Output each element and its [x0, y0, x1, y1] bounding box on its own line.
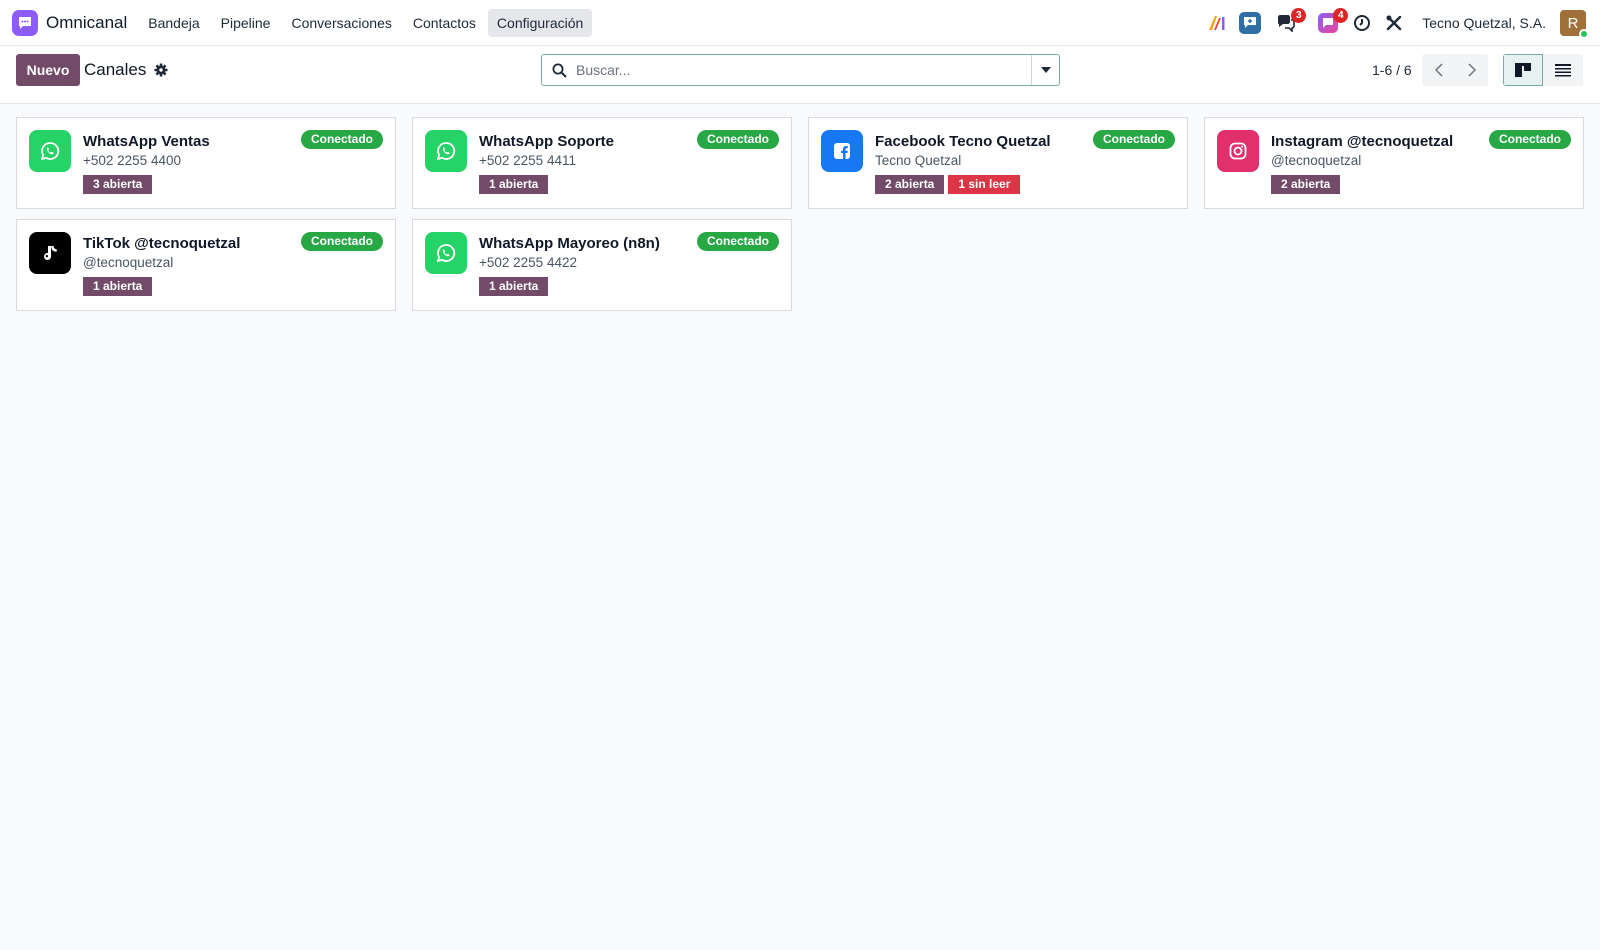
pager-buttons: [1422, 54, 1488, 86]
messages-icon[interactable]: 3: [1274, 8, 1307, 35]
channel-card[interactable]: Instagram @tecnoquetzal @tecnoquetzal 2 …: [1204, 117, 1584, 209]
channel-card[interactable]: TikTok @tecnoquetzal @tecnoquetzal 1 abi…: [16, 219, 396, 311]
channel-subtitle: +502 2255 4411: [479, 153, 576, 168]
caret-down-icon: [1040, 67, 1051, 73]
view-switcher: [1503, 54, 1584, 86]
channel-tags: 1 abierta: [479, 175, 552, 194]
channel-name: TikTok @tecnoquetzal: [83, 235, 241, 252]
menu-pipeline[interactable]: Pipeline: [212, 9, 280, 37]
whatsapp-icon: [425, 232, 467, 274]
kanban-view-button[interactable]: [1503, 54, 1543, 86]
chevron-right-icon: [1467, 63, 1476, 77]
gear-icon[interactable]: [154, 63, 168, 77]
search-options-toggle[interactable]: [1031, 55, 1059, 85]
channel-name: WhatsApp Mayoreo (n8n): [479, 235, 660, 252]
chevron-left-icon: [1434, 63, 1443, 77]
open-count-badge: 2 abierta: [1271, 175, 1341, 194]
app-name: Omnicanal: [46, 12, 128, 32]
channel-tags: 2 abierta 1 sin leer: [875, 175, 1024, 194]
status-badge: Conectado: [696, 130, 779, 149]
channel-tags: 1 abierta: [479, 277, 552, 296]
facebook-icon: [821, 130, 863, 172]
status-badge: Conectado: [1092, 130, 1175, 149]
channel-subtitle: Tecno Quetzal: [875, 153, 962, 168]
channel-card[interactable]: WhatsApp Soporte +502 2255 4411 1 abiert…: [412, 117, 792, 209]
status-badge: Conectado: [300, 130, 383, 149]
channel-subtitle: +502 2255 4400: [83, 153, 181, 168]
pager-previous-button[interactable]: [1422, 54, 1455, 86]
ai-icon[interactable]: [1206, 11, 1230, 35]
channel-subtitle: @tecnoquetzal: [1271, 153, 1362, 168]
channel-name: Facebook Tecno Quetzal: [875, 133, 1051, 150]
kanban-icon: [1515, 63, 1531, 77]
page-title: Canales: [84, 60, 147, 79]
channel-subtitle: +502 2255 4422: [479, 255, 577, 270]
status-badge: Conectado: [696, 232, 779, 251]
menu-contactos[interactable]: Contactos: [404, 9, 485, 37]
channel-tags: 1 abierta: [83, 277, 156, 296]
open-count-badge: 3 abierta: [83, 175, 153, 194]
clock-icon[interactable]: [1350, 11, 1374, 35]
menu-conversaciones[interactable]: Conversaciones: [282, 9, 400, 37]
status-badge: Conectado: [300, 232, 383, 251]
channel-name: WhatsApp Ventas: [83, 133, 210, 150]
whatsapp-icon: [29, 130, 71, 172]
channel-tags: 2 abierta: [1271, 175, 1344, 194]
list-view-button[interactable]: [1543, 54, 1583, 86]
search-input[interactable]: [576, 56, 1031, 84]
instagram-icon: [1217, 130, 1259, 172]
tiktok-icon: [29, 232, 71, 274]
user-avatar[interactable]: R: [1560, 10, 1589, 39]
channel-name: Instagram @tecnoquetzal: [1271, 133, 1454, 150]
list-icon: [1555, 63, 1571, 76]
status-badge: Conectado: [1488, 130, 1571, 149]
app-brand[interactable]: Omnicanal: [12, 9, 139, 36]
online-status-dot: [1579, 29, 1589, 39]
channel-card[interactable]: WhatsApp Ventas +502 2255 4400 3 abierta…: [16, 117, 396, 209]
channel-kanban: WhatsApp Ventas +502 2255 4400 3 abierta…: [16, 117, 1584, 311]
channel-subtitle: @tecnoquetzal: [83, 255, 174, 270]
search-icon: [542, 63, 576, 78]
livechat-icon[interactable]: [1238, 11, 1262, 35]
channel-card[interactable]: WhatsApp Mayoreo (n8n) +502 2255 4422 1 …: [412, 219, 792, 311]
messages-badge: 3: [1291, 8, 1307, 23]
channel-name: WhatsApp Soporte: [479, 133, 614, 150]
menu-bandeja[interactable]: Bandeja: [139, 9, 208, 37]
tools-icon[interactable]: [1382, 11, 1406, 35]
pager-value[interactable]: 1-6 / 6: [1372, 62, 1412, 78]
channel-card[interactable]: Facebook Tecno Quetzal Tecno Quetzal 2 a…: [808, 117, 1188, 209]
activities-icon[interactable]: 4: [1316, 8, 1349, 35]
control-panel: Nuevo Canales 1-6 / 6: [0, 46, 1600, 104]
unread-count-badge: 1 sin leer: [948, 175, 1021, 194]
search-bar: [541, 54, 1060, 86]
top-navbar: Omnicanal Bandeja Pipeline Conversacione…: [0, 0, 1600, 46]
open-count-badge: 2 abierta: [875, 175, 945, 194]
systray: 3 4 Tecno Quetzal, S.A. R: [1198, 0, 1589, 46]
open-count-badge: 1 abierta: [83, 277, 153, 296]
open-count-badge: 1 abierta: [479, 277, 549, 296]
open-count-badge: 1 abierta: [479, 175, 549, 194]
avatar-initial: R: [1567, 14, 1579, 32]
activities-badge: 4: [1333, 8, 1349, 23]
menu-configuracion[interactable]: Configuración: [487, 8, 593, 37]
company-switcher[interactable]: Tecno Quetzal, S.A.: [1422, 15, 1546, 31]
whatsapp-icon: [425, 130, 467, 172]
breadcrumb: Canales: [84, 60, 168, 80]
pager-next-button[interactable]: [1455, 54, 1488, 86]
omnichannel-logo-icon: [12, 9, 38, 36]
channel-tags: 3 abierta: [83, 175, 156, 194]
new-button[interactable]: Nuevo: [16, 54, 80, 86]
